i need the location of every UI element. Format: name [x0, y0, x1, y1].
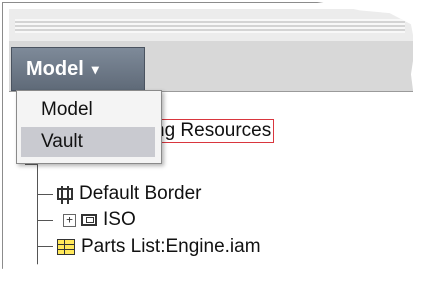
title-grip-lines	[15, 19, 405, 33]
dropdown-item-model[interactable]: Model	[21, 95, 155, 125]
expand-iso-expander[interactable]: +	[63, 214, 76, 227]
parts-list-label: Parts List:Engine.iam	[81, 236, 261, 257]
tree-connector-line	[37, 164, 38, 269]
dropdown-item-vault[interactable]: Vault	[21, 127, 155, 157]
tree-item-parts-list[interactable]: Parts List:Engine.iam	[57, 234, 261, 260]
model-dropdown-button[interactable]: Model ▾	[11, 47, 145, 91]
chevron-down-icon: ▾	[91, 60, 99, 77]
tree-connector-line	[37, 220, 53, 221]
iso-label: ISO	[103, 209, 136, 230]
default-border-label: Default Border	[79, 183, 202, 204]
tree-item-default-border[interactable]: Default Border	[57, 181, 202, 207]
screenshot-window: Model ▾ ng Resources − Sheet:1 Default B…	[0, 0, 438, 288]
tree-connector-line	[37, 246, 53, 247]
browser-panel-frame: Model ▾ ng Resources − Sheet:1 Default B…	[2, 2, 416, 269]
tree-item-iso[interactable]: ISO	[81, 207, 136, 233]
panel-title-strip	[9, 9, 413, 42]
iso-icon	[81, 214, 97, 226]
table-icon	[57, 239, 75, 255]
drawing-resources-label: ng Resources	[151, 119, 275, 143]
model-dropdown-menu: Model Vault	[16, 90, 162, 164]
border-icon	[57, 186, 73, 204]
tree-connector-line	[37, 194, 53, 195]
model-dropdown-label: Model	[26, 57, 84, 80]
tree-item-drawing-resources[interactable]: ng Resources	[151, 118, 275, 144]
